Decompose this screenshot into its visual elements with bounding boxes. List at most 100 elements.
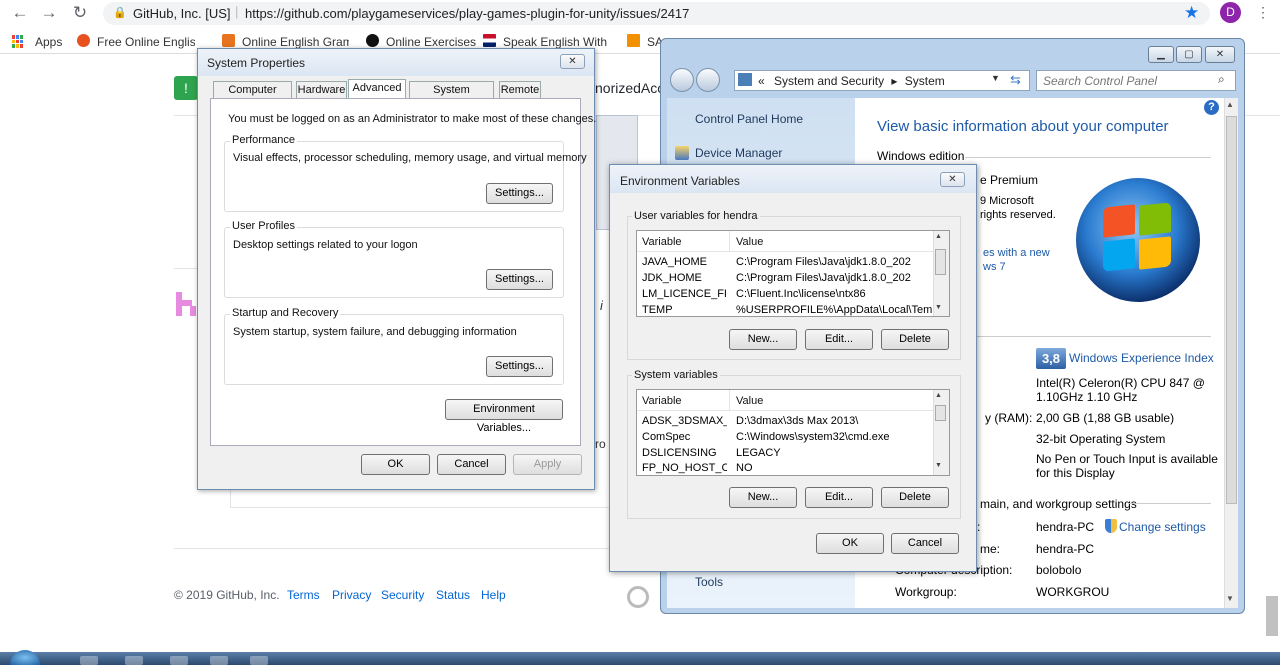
bookmark-item[interactable]: Free Online English G bbox=[97, 35, 195, 49]
scrollbar-thumb[interactable] bbox=[935, 249, 946, 275]
scrollbar-thumb[interactable] bbox=[1226, 116, 1237, 504]
system-delete-button[interactable]: Delete bbox=[881, 487, 949, 508]
apply-button[interactable]: Apply bbox=[513, 454, 582, 475]
performance-settings-button[interactable]: Settings... bbox=[486, 183, 553, 204]
environment-variables-button[interactable]: Environment Variables... bbox=[445, 399, 563, 434]
footer-link-security[interactable]: Security bbox=[381, 588, 424, 602]
system-new-button[interactable]: New... bbox=[729, 487, 797, 508]
chevron-down-icon[interactable]: ▼ bbox=[991, 73, 1000, 83]
minimize-button[interactable]: ▁ bbox=[1148, 46, 1174, 63]
sidebar-item-control-panel-home[interactable]: Control Panel Home bbox=[695, 112, 803, 126]
refresh-icon[interactable]: ⇆ bbox=[1010, 72, 1021, 88]
change-settings-link[interactable]: Change settings bbox=[1119, 520, 1206, 534]
ok-button[interactable]: OK bbox=[361, 454, 430, 475]
column-header-variable[interactable]: Variable bbox=[642, 236, 682, 248]
table-row[interactable]: ComSpec bbox=[642, 431, 727, 443]
wei-score-badge[interactable]: 3,8 bbox=[1036, 348, 1066, 369]
breadcrumb[interactable]: « System and Security ▸ System bbox=[758, 74, 945, 88]
bookmark-apps[interactable]: Apps bbox=[35, 35, 62, 49]
profile-avatar[interactable]: D bbox=[1220, 2, 1241, 23]
table-row[interactable]: LEGACY bbox=[736, 447, 932, 459]
user-edit-button[interactable]: Edit... bbox=[805, 329, 873, 350]
footer-link-status[interactable]: Status bbox=[436, 588, 470, 602]
startup-recovery-settings-button[interactable]: Settings... bbox=[486, 356, 553, 377]
table-row[interactable]: NO bbox=[736, 462, 932, 474]
sidebar-item-device-manager[interactable]: Device Manager bbox=[695, 146, 782, 160]
tab-remote[interactable]: Remote bbox=[499, 81, 541, 98]
scroll-up-icon[interactable]: ▲ bbox=[1226, 100, 1234, 109]
bookmark-favicon-icon bbox=[77, 34, 90, 47]
cancel-button[interactable]: Cancel bbox=[437, 454, 506, 475]
column-header-value[interactable]: Value bbox=[736, 395, 763, 407]
tab-advanced[interactable]: Advanced bbox=[348, 79, 406, 99]
table-row[interactable]: DSLICENSING bbox=[642, 447, 727, 459]
bookmark-item[interactable]: Online Exercises bbox=[386, 35, 476, 49]
forward-arrow-icon[interactable] bbox=[696, 68, 720, 92]
breadcrumb-system-security[interactable]: System and Security bbox=[774, 74, 884, 88]
column-header-variable[interactable]: Variable bbox=[642, 395, 682, 407]
tab-hardware[interactable]: Hardware bbox=[296, 81, 347, 98]
admin-note: You must be logged on as an Administrato… bbox=[228, 113, 597, 125]
group-description: Desktop settings related to your logon bbox=[233, 239, 418, 251]
table-row[interactable]: ADSK_3DSMAX_... bbox=[642, 415, 727, 427]
table-row[interactable]: C:\Fluent.Inc\license\ntx86 bbox=[736, 288, 932, 300]
footer-link-terms[interactable]: Terms bbox=[287, 588, 320, 602]
table-row[interactable]: TEMP bbox=[642, 304, 727, 316]
scroll-down-icon[interactable]: ▼ bbox=[935, 304, 942, 311]
scroll-up-icon[interactable]: ▲ bbox=[935, 392, 942, 399]
reload-icon[interactable]: ↻ bbox=[70, 4, 90, 22]
upgrade-link[interactable]: es with a new bbox=[983, 247, 1050, 259]
maximize-button[interactable]: ▢ bbox=[1176, 46, 1202, 63]
help-icon[interactable]: ? bbox=[1204, 100, 1219, 115]
scroll-down-icon[interactable]: ▼ bbox=[935, 462, 942, 469]
back-arrow-icon[interactable]: ← bbox=[10, 4, 30, 22]
breadcrumb-system[interactable]: System bbox=[905, 74, 945, 88]
scroll-up-icon[interactable]: ▲ bbox=[935, 233, 942, 240]
bookmark-item[interactable]: Online English Gram bbox=[242, 35, 349, 49]
scroll-down-icon[interactable]: ▼ bbox=[1226, 594, 1234, 603]
bookmark-item[interactable]: Speak English With C bbox=[503, 35, 607, 49]
close-button[interactable]: ✕ bbox=[1205, 46, 1235, 63]
taskbar-app-icon[interactable] bbox=[80, 656, 98, 665]
user-delete-button[interactable]: Delete bbox=[881, 329, 949, 350]
table-row[interactable]: C:\Program Files\Java\jdk1.8.0_202 bbox=[736, 256, 932, 268]
table-row[interactable]: D:\3dmax\3ds Max 2013\ bbox=[736, 415, 932, 427]
wei-link[interactable]: Windows Experience Index bbox=[1069, 351, 1214, 365]
bookmark-star-icon[interactable]: ★ bbox=[1184, 3, 1199, 23]
tab-system-protection[interactable]: System Protection bbox=[409, 81, 494, 112]
taskbar-app-icon[interactable] bbox=[170, 656, 188, 665]
table-row[interactable]: %USERPROFILE%\AppData\Local\Temp bbox=[736, 304, 932, 316]
system-edit-button[interactable]: Edit... bbox=[805, 487, 873, 508]
close-button[interactable]: ✕ bbox=[560, 54, 585, 69]
url-text[interactable]: https://github.com/playgameservices/play… bbox=[245, 6, 689, 21]
table-row[interactable]: JAVA_HOME bbox=[642, 256, 727, 268]
taskbar-app-icon[interactable] bbox=[125, 656, 143, 665]
forward-arrow-icon[interactable]: → bbox=[39, 4, 59, 22]
search-icon[interactable]: ⌕ bbox=[1218, 72, 1225, 87]
footer-link-privacy[interactable]: Privacy bbox=[332, 588, 371, 602]
user-profiles-settings-button[interactable]: Settings... bbox=[486, 269, 553, 290]
taskbar-app-icon[interactable] bbox=[210, 656, 228, 665]
table-row[interactable]: JDK_HOME bbox=[642, 272, 727, 284]
table-row[interactable]: FP_NO_HOST_C... bbox=[642, 462, 727, 474]
menu-dots-icon[interactable]: ⋮ bbox=[1256, 4, 1270, 21]
back-arrow-icon[interactable] bbox=[670, 68, 694, 92]
group-description: System startup, system failure, and debu… bbox=[233, 326, 517, 338]
breadcrumb-overflow[interactable]: « bbox=[758, 74, 765, 88]
github-logo-icon[interactable] bbox=[627, 586, 649, 608]
ok-button[interactable]: OK bbox=[816, 533, 884, 554]
table-row[interactable]: C:\Windows\system32\cmd.exe bbox=[736, 431, 932, 443]
tab-computer-name[interactable]: Computer Name bbox=[213, 81, 292, 112]
cancel-button[interactable]: Cancel bbox=[891, 533, 959, 554]
close-button[interactable]: ✕ bbox=[940, 172, 965, 187]
scrollbar-thumb[interactable] bbox=[935, 405, 946, 421]
upgrade-link[interactable]: ws 7 bbox=[983, 261, 1006, 273]
user-new-button[interactable]: New... bbox=[729, 329, 797, 350]
footer-link-help[interactable]: Help bbox=[481, 588, 506, 602]
column-header-value[interactable]: Value bbox=[736, 236, 763, 248]
section-header-windows-edition: Windows edition bbox=[877, 149, 965, 163]
table-row[interactable]: LM_LICENCE_FI... bbox=[642, 288, 727, 300]
table-row[interactable]: C:\Program Files\Java\jdk1.8.0_202 bbox=[736, 272, 932, 284]
taskbar-app-icon[interactable] bbox=[250, 656, 268, 665]
page-scrollbar[interactable] bbox=[1266, 596, 1278, 636]
